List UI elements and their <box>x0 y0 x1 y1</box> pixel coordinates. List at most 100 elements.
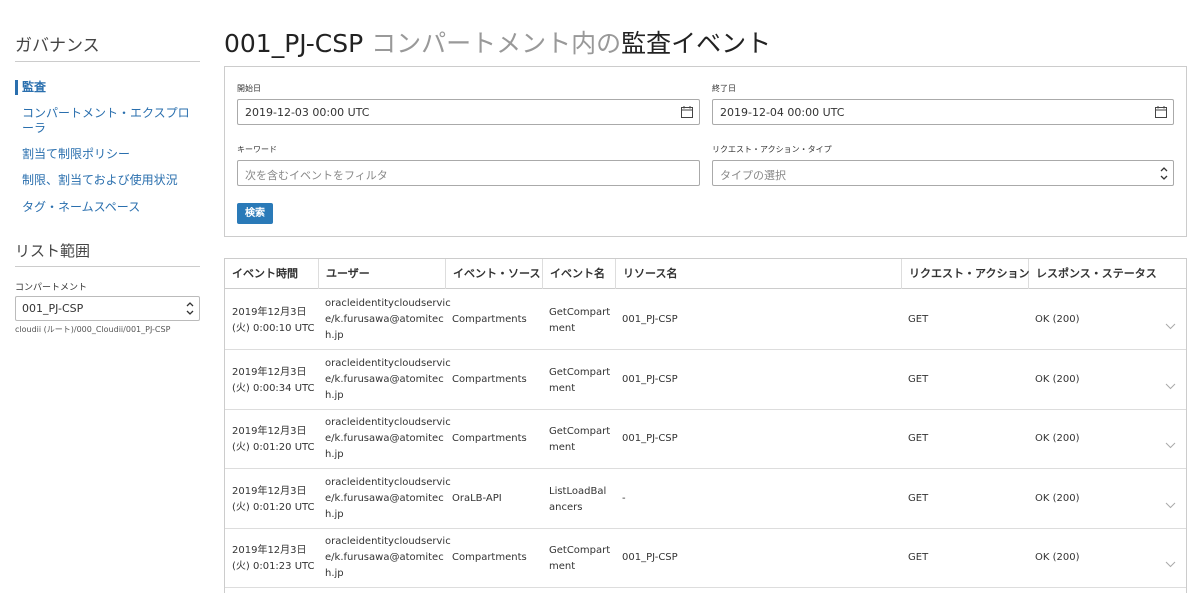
calendar-icon[interactable] <box>681 106 693 121</box>
user-line: oracleidentitycloudservic <box>325 477 451 488</box>
keyword-placeholder: 次を含むイベントをフィルタ <box>245 169 388 182</box>
event-name-line: GetCompart <box>549 307 611 318</box>
user-cell: oracleidentitycloudservic e/k.furusawa@at… <box>325 356 451 404</box>
event-name-line: ment <box>549 383 576 394</box>
request-type-label: リクエスト・アクション・タイプ <box>712 145 832 154</box>
event-source-cell: Compartments <box>452 409 527 469</box>
user-line: e/k.furusawa@atomitec <box>325 493 444 504</box>
column-resource-name[interactable]: リソース名 <box>616 259 902 289</box>
event-name-line: ment <box>549 323 576 334</box>
request-action: GET <box>908 552 929 563</box>
start-date-input[interactable]: 2019-12-03 00:00 UTC <box>237 99 700 125</box>
chevron-down-icon[interactable] <box>1165 315 1176 334</box>
event-source-cell: Compartments <box>452 290 527 350</box>
sidebar-item-limits-usage[interactable]: 制限、割当ておよび使用状況 <box>15 173 178 188</box>
event-source: Compartments <box>452 552 527 563</box>
resource-name: 001_PJ-CSP <box>622 433 678 444</box>
search-button[interactable]: 検索 <box>237 203 273 224</box>
request-action: GET <box>908 493 929 504</box>
column-event-source[interactable]: イベント・ソース <box>446 259 543 289</box>
event-date: 2019年12月3日 <box>232 545 307 556</box>
event-source-cell: OraLB-API <box>452 469 502 529</box>
resource-name: - <box>622 493 626 504</box>
event-clock: (火) 0:01:23 UTC <box>232 561 315 572</box>
resource-name-cell: 001_PJ-CSP <box>622 290 678 350</box>
event-source: OraLB-API <box>452 493 502 504</box>
table-row[interactable]: 2019年12月3日 (火) 0:01:20 UTC oracleidentityc… <box>225 469 1186 529</box>
column-response-status[interactable]: レスポンス・ステータス <box>1029 259 1186 289</box>
resource-name: 001_PJ-CSP <box>622 374 678 385</box>
event-time-cell: 2019年12月3日 (火) 0:00:34 UTC <box>232 365 315 397</box>
user-cell: oracleidentitycloudservic e/k.furusawa@at… <box>325 534 451 582</box>
user-line: h.jp <box>325 449 344 460</box>
page-title-compartment: 001_PJ-CSP <box>224 29 372 58</box>
end-date-input[interactable]: 2019-12-04 00:00 UTC <box>712 99 1174 125</box>
user-line: e/k.furusawa@atomitec <box>325 552 444 563</box>
user-cell: oracleidentitycloudservic e/k.furusawa@at… <box>325 475 451 523</box>
column-event-time[interactable]: イベント時間 <box>225 259 319 289</box>
resource-name-cell: 001_PJ-CSP <box>622 528 678 588</box>
sidebar-title: ガバナンス <box>15 36 100 56</box>
user-line: h.jp <box>325 568 344 579</box>
user-line: h.jp <box>325 330 344 341</box>
end-date-value: 2019-12-04 00:00 UTC <box>720 106 845 119</box>
request-action-cell: GET <box>908 469 928 529</box>
event-time-cell: 2019年12月3日 (火) 0:01:20 UTC <box>232 484 315 516</box>
updown-icon <box>1159 165 1169 182</box>
column-user[interactable]: ユーザー <box>319 259 446 289</box>
request-type-select[interactable]: タイプの選択 <box>712 160 1174 186</box>
response-status: OK (200) <box>1035 552 1080 563</box>
chevron-down-icon[interactable] <box>1165 494 1176 513</box>
event-name-cell: GetCompart ment <box>549 543 610 575</box>
sidebar-item-audit[interactable]: 監査 <box>15 80 46 95</box>
event-name-cell: ListLoadBal ancers <box>549 484 606 516</box>
resource-name: 001_PJ-CSP <box>622 314 678 325</box>
table-row[interactable]: 2019年12月3日 (火) 0:00:34 UTC oracleidentityc… <box>225 350 1186 410</box>
chevron-down-icon[interactable] <box>1165 434 1176 453</box>
column-event-name[interactable]: イベント名 <box>543 259 616 289</box>
event-clock: (火) 0:01:20 UTC <box>232 442 315 453</box>
user-line: h.jp <box>325 509 344 520</box>
event-name-line: GetCompart <box>549 426 611 437</box>
compartment-select[interactable]: 001_PJ-CSP <box>15 296 200 321</box>
sidebar-item-quota-policies[interactable]: 割当て制限ポリシー <box>15 147 130 162</box>
page-title-events: 監査イベント <box>621 29 772 58</box>
response-status-cell: OK (200) <box>1035 409 1080 469</box>
chevron-down-icon[interactable] <box>1165 375 1176 394</box>
event-source: Compartments <box>452 374 527 385</box>
filter-panel: 開始日 2019-12-03 00:00 UTC 終了日 2019-12-04 … <box>224 66 1187 237</box>
response-status-cell: OK (200) <box>1035 290 1080 350</box>
calendar-icon[interactable] <box>1155 106 1167 121</box>
user-line: oracleidentitycloudservic <box>325 358 451 369</box>
response-status: OK (200) <box>1035 493 1080 504</box>
table-row[interactable]: 2019年12月3日 (火) 0:01:20 UTC oracleidentityc… <box>225 409 1186 469</box>
user-line: oracleidentitycloudservic <box>325 298 451 309</box>
keyword-input[interactable]: 次を含むイベントをフィルタ <box>237 160 700 186</box>
table-row[interactable]: 2019年12月3日 (火) 0:01:23 UTC oracleidentityc… <box>225 528 1186 588</box>
event-clock: (火) 0:01:20 UTC <box>232 502 315 513</box>
sidebar-item-tag-namespaces[interactable]: タグ・ネームスペース <box>15 200 140 215</box>
response-status: OK (200) <box>1035 314 1080 325</box>
page-title: 001_PJ-CSP コンパートメント内の監査イベント <box>224 24 771 60</box>
event-date: 2019年12月3日 <box>232 426 307 437</box>
chevron-down-icon[interactable] <box>1165 553 1176 572</box>
event-clock: (火) 0:00:10 UTC <box>232 323 315 334</box>
sidebar: ガバナンス 監査 コンパートメント・エクスプローラ 割当て制限ポリシー 制限、割… <box>0 0 214 593</box>
response-status-cell: OK (200) <box>1035 528 1080 588</box>
column-request-action[interactable]: リクエスト・アクション <box>902 259 1029 289</box>
user-line: e/k.furusawa@atomitec <box>325 314 444 325</box>
event-date: 2019年12月3日 <box>232 307 307 318</box>
resource-name-cell: 001_PJ-CSP <box>622 409 678 469</box>
audit-events-table: イベント時間 ユーザー イベント・ソース イベント名 リソース名 リクエスト・ア… <box>224 258 1187 593</box>
divider <box>15 266 200 267</box>
response-status-cell: OK (200) <box>1035 469 1080 529</box>
response-status-cell: OK (200) <box>1035 350 1080 410</box>
table-row[interactable]: 2019年12月3日 (火) 0:00:10 UTC oracleidentityc… <box>225 290 1186 350</box>
end-date-label: 終了日 <box>712 84 736 93</box>
request-type-placeholder: タイプの選択 <box>720 169 786 182</box>
compartment-path: cloudii (ルート)/000_Cloudii/001_PJ-CSP <box>15 325 171 334</box>
response-status: OK (200) <box>1035 433 1080 444</box>
event-name-line: ment <box>549 561 576 572</box>
sidebar-item-compartment-explorer[interactable]: コンパートメント・エクスプローラ <box>15 106 195 136</box>
event-source: Compartments <box>452 314 527 325</box>
